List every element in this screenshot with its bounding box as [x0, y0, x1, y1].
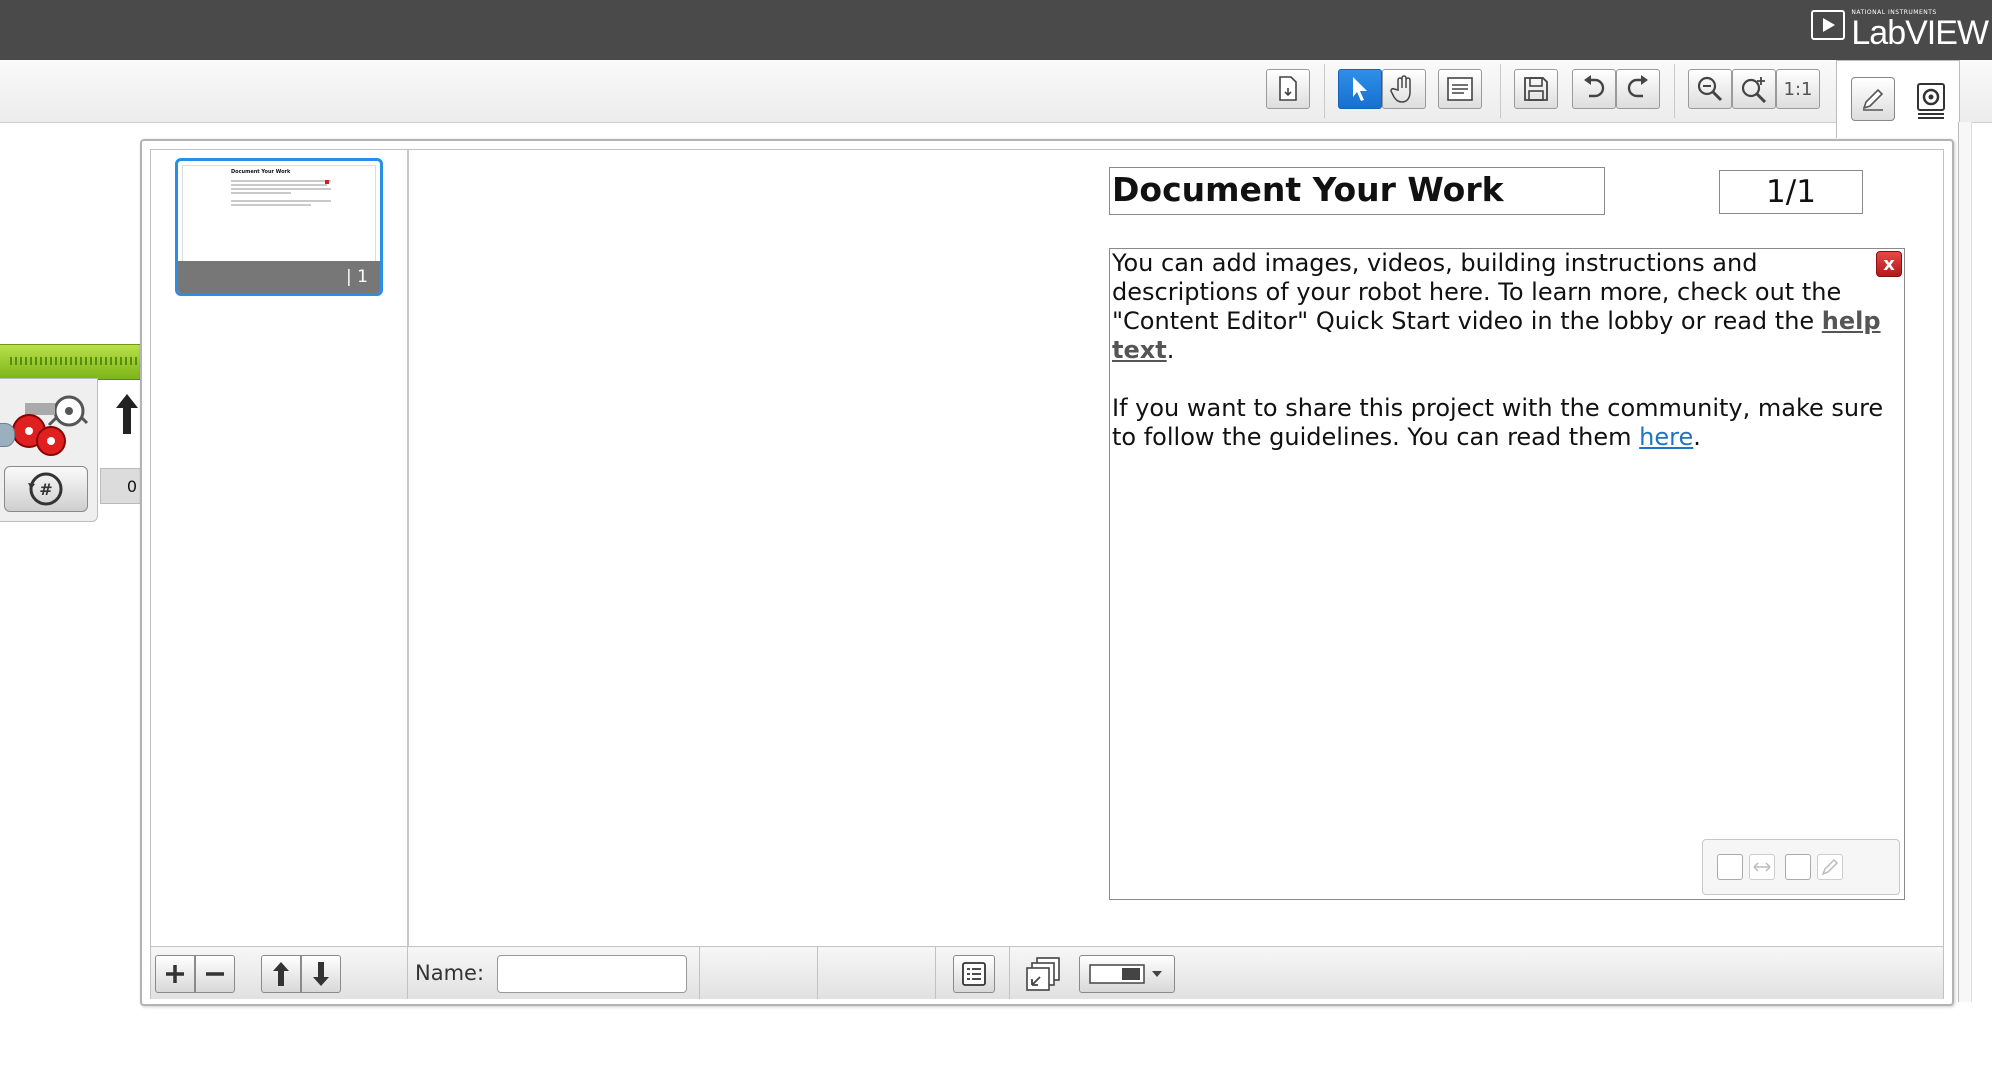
paragraph-intro: You can add images, videos, building ins…	[1112, 249, 1902, 365]
name-label: Name:	[415, 961, 485, 985]
color-swatch-icon	[1089, 964, 1162, 984]
comment-icon	[1447, 77, 1473, 101]
motor-steering-icon	[12, 395, 89, 456]
page-layout-button[interactable]	[953, 955, 995, 993]
minus-icon	[206, 972, 224, 976]
bottom-divider	[699, 947, 700, 999]
zoom-out-button[interactable]	[1688, 69, 1732, 109]
arrow-down-icon	[313, 962, 329, 986]
move-page-up-button[interactable]	[261, 955, 301, 993]
undo-icon	[1584, 75, 1605, 98]
toolbar: 1:1	[0, 60, 1992, 123]
zoom-in-button[interactable]	[1732, 69, 1776, 109]
thumbnail-preview: Document Your Work	[182, 165, 376, 263]
share-text: If you want to share this project with t…	[1112, 394, 1884, 451]
bottom-divider	[935, 947, 936, 999]
background-color-dropdown[interactable]	[1079, 955, 1175, 993]
rotations-icon: #	[28, 472, 63, 506]
pencil-icon	[1821, 858, 1839, 876]
editor-bottom-bar: Name:	[151, 946, 1943, 999]
undo-button[interactable]	[1572, 69, 1616, 109]
paragraph-share: If you want to share this project with t…	[1112, 394, 1902, 452]
add-page-button[interactable]	[155, 955, 195, 993]
layers-icon	[1026, 957, 1060, 991]
port-value[interactable]: 0	[100, 468, 144, 504]
new-page-icon	[1279, 76, 1297, 101]
edit-text-button[interactable]	[1817, 854, 1843, 880]
intro-end: .	[1166, 336, 1175, 364]
app-titlebar: NATIONAL INSTRUMENTS LabVIEW	[0, 0, 1992, 60]
bottom-divider	[407, 947, 408, 999]
resize-width-button[interactable]	[1749, 854, 1775, 880]
page-indicator: 1/1	[1719, 170, 1863, 214]
page-list: Document Your Work | 1	[151, 150, 409, 946]
page-layout-icon	[962, 962, 986, 986]
plus-icon	[166, 965, 184, 983]
remove-page-button[interactable]	[195, 955, 235, 993]
pointer-tool-button[interactable]	[1338, 69, 1382, 109]
hand-icon	[1390, 75, 1411, 103]
arrow-up-icon	[273, 962, 289, 986]
labview-logo: NATIONAL INSTRUMENTS LabVIEW	[1811, 10, 1989, 52]
guidelines-link[interactable]: here	[1639, 423, 1693, 451]
align-left-checkbox[interactable]	[1717, 854, 1743, 880]
toolbar-separator	[1500, 64, 1501, 118]
rotations-mode-button[interactable]: #	[4, 466, 88, 512]
view-mode-button[interactable]	[1913, 81, 1949, 121]
bottom-divider	[817, 947, 818, 999]
edit-mode-button[interactable]	[1851, 77, 1895, 121]
content-editor-panel: Document Your Work | 1 Document Your Wor…	[140, 139, 1954, 1006]
page-name-input[interactable]	[497, 955, 687, 993]
save-button[interactable]	[1514, 69, 1558, 109]
close-icon[interactable]: x	[1876, 251, 1902, 277]
share-end: .	[1693, 423, 1701, 451]
content-editor-tab	[1836, 60, 1960, 138]
redo-button[interactable]	[1616, 69, 1660, 109]
canvas-scroll-edge[interactable]	[1958, 122, 1972, 1002]
move-steering-block[interactable]: 0 #	[0, 378, 144, 528]
page-title-field[interactable]: Document Your Work	[1109, 167, 1605, 215]
zoom-in-icon	[1741, 77, 1767, 103]
zoom-out-icon	[1697, 76, 1723, 102]
zoom-reset-button[interactable]: 1:1	[1776, 69, 1820, 109]
brand-name: LabVIEW	[1851, 14, 1989, 52]
new-page-button[interactable]	[1266, 69, 1310, 109]
toolbar-separator	[1674, 64, 1675, 118]
hand-tool-button[interactable]	[1382, 69, 1426, 109]
sequence-wire	[0, 344, 142, 380]
align-right-checkbox[interactable]	[1785, 854, 1811, 880]
pencil-icon	[1862, 88, 1884, 111]
bring-to-front-button[interactable]	[1021, 955, 1065, 993]
up-arrow-icon	[114, 392, 140, 440]
redo-icon	[1627, 75, 1648, 98]
labview-badge-icon	[1811, 10, 1846, 40]
eye-page-icon	[1917, 83, 1945, 119]
thumbnail-title: Document Your Work	[231, 169, 291, 175]
text-box-tools	[1702, 839, 1900, 895]
move-page-down-button[interactable]	[301, 955, 341, 993]
comment-tool-button[interactable]	[1438, 69, 1482, 109]
page-thumbnail[interactable]: Document Your Work | 1	[175, 158, 383, 296]
text-content-box[interactable]: You can add images, videos, building ins…	[1109, 248, 1905, 900]
pointer-icon	[1353, 77, 1367, 101]
intro-text: You can add images, videos, building ins…	[1112, 249, 1842, 335]
svg-text:#: #	[39, 480, 52, 499]
save-icon	[1524, 77, 1548, 101]
toolbar-separator	[1324, 64, 1325, 118]
bottom-divider	[1009, 947, 1010, 999]
thumbnail-page-number: | 1	[178, 261, 380, 293]
horizontal-resize-icon	[1753, 862, 1771, 872]
